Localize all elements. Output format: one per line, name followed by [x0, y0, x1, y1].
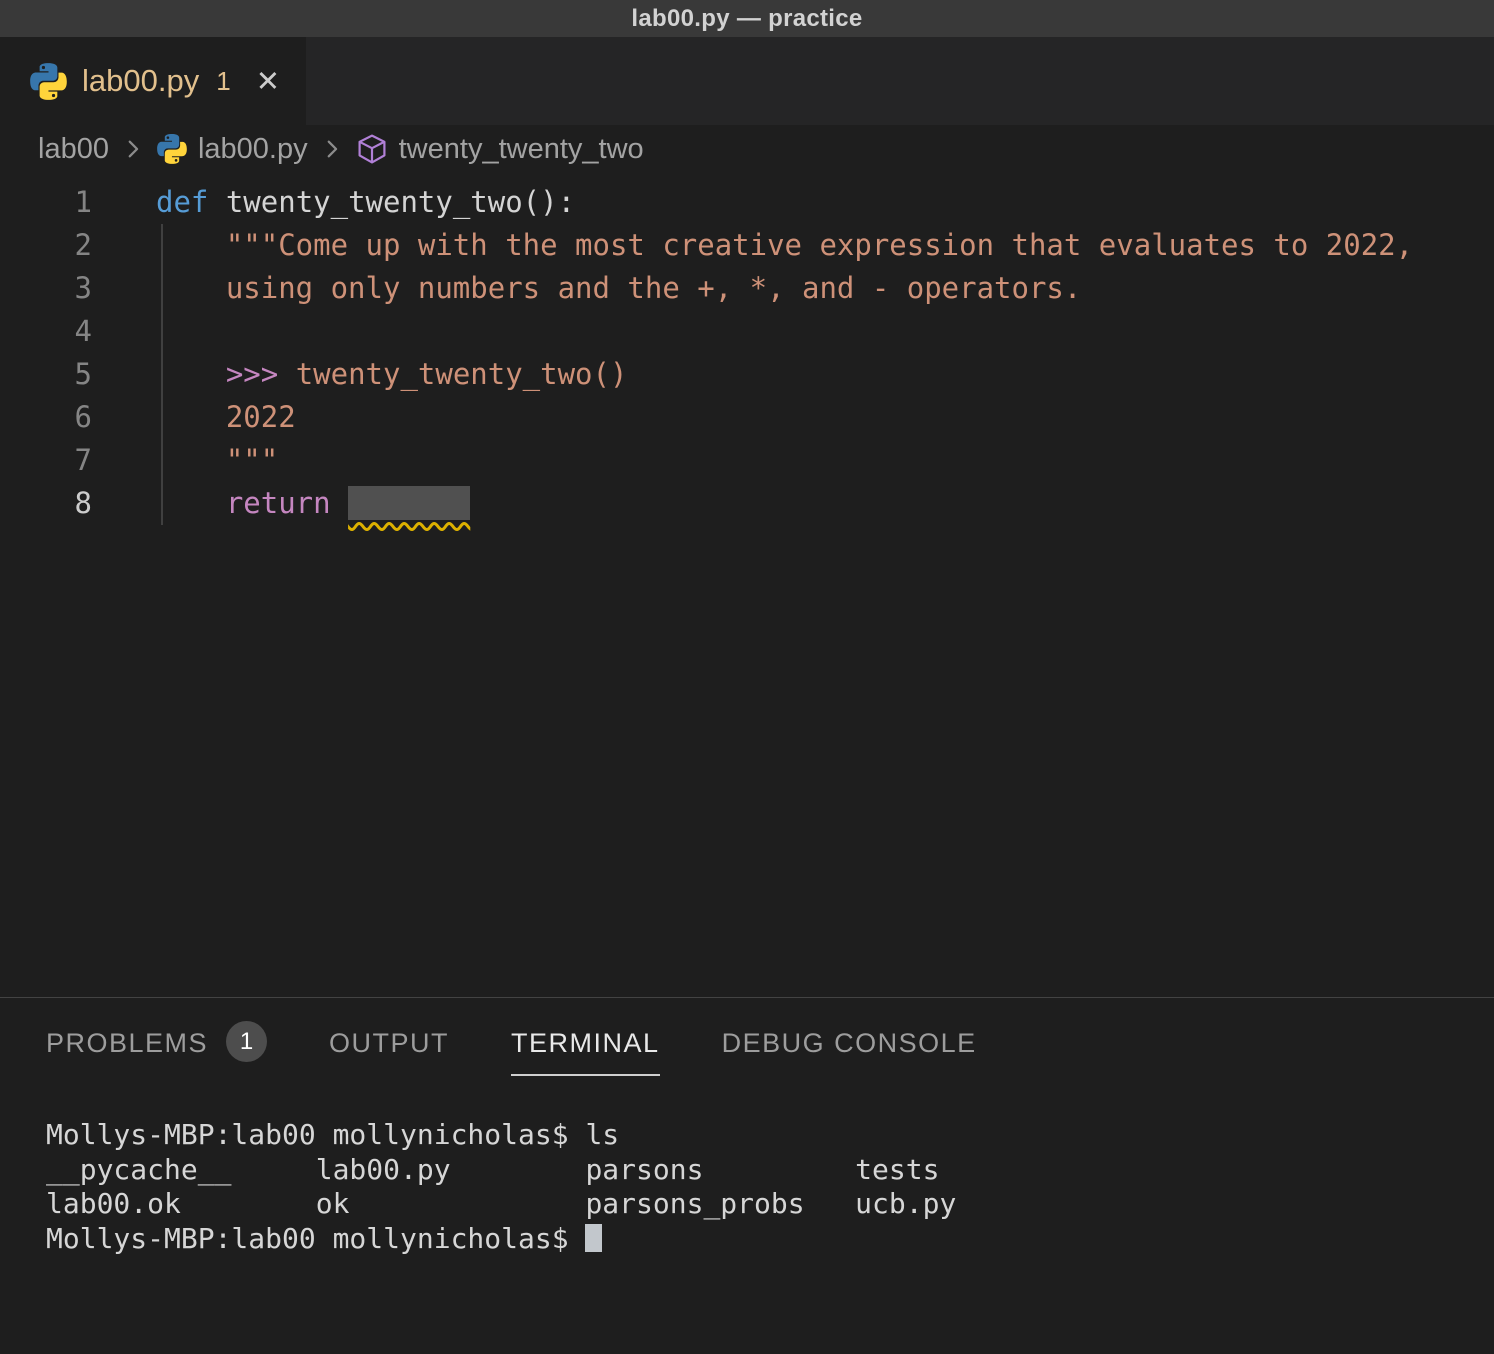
- tab-problem-count: 1: [216, 66, 230, 97]
- code-text: >>> twenty_twenty_two(): [156, 353, 627, 396]
- close-icon[interactable]: ✕: [256, 64, 280, 99]
- problems-badge: 1: [226, 1021, 267, 1062]
- window-titlebar: lab00.py — practice: [0, 0, 1494, 37]
- line-number: 6: [0, 396, 92, 439]
- panel-tab-output[interactable]: OUTPUT: [329, 1028, 449, 1076]
- code-token: [156, 486, 226, 520]
- panel-tab-debug-console[interactable]: DEBUG CONSOLE: [722, 1028, 977, 1076]
- chevron-right-icon: [120, 136, 146, 162]
- line-number: 8: [0, 482, 92, 525]
- code-token: return: [226, 486, 331, 520]
- panel-tab-label: DEBUG CONSOLE: [722, 1028, 977, 1059]
- code-text: """Come up with the most creative expres…: [156, 224, 1413, 267]
- code-text: def twenty_twenty_two():: [156, 181, 575, 224]
- code-editor[interactable]: 1def twenty_twenty_two():2 """Come up wi…: [0, 173, 1494, 997]
- line-number: 5: [0, 353, 92, 396]
- code-token: def: [156, 185, 208, 219]
- breadcrumb-item-symbol[interactable]: twenty_twenty_two: [399, 133, 644, 166]
- breadcrumb-item-folder[interactable]: lab00: [38, 133, 109, 166]
- code-token: [156, 357, 226, 391]
- code-text: using only numbers and the +, *, and - o…: [156, 267, 1081, 310]
- line-number: 4: [0, 310, 92, 353]
- terminal[interactable]: Mollys-MBP:lab00 mollynicholas$ ls__pyca…: [0, 1118, 1494, 1256]
- code-lines: 1def twenty_twenty_two():2 """Come up wi…: [0, 181, 1494, 525]
- code-line[interactable]: 5 >>> twenty_twenty_two(): [0, 353, 1494, 396]
- code-line[interactable]: 3 using only numbers and the +, *, and -…: [0, 267, 1494, 310]
- terminal-cursor: [585, 1224, 602, 1252]
- vscode-window: lab00.py — practice lab00.py 1 ✕ lab00: [0, 0, 1494, 1354]
- code-token: 2022: [156, 400, 296, 434]
- window-title: lab00.py — practice: [631, 5, 862, 33]
- code-line[interactable]: 4: [0, 310, 1494, 353]
- terminal-line: lab00.ok ok parsons_probs ucb.py: [46, 1187, 1494, 1222]
- python-icon: [157, 134, 187, 164]
- chevron-right-icon: [319, 136, 345, 162]
- tab-label: lab00.py: [82, 63, 199, 99]
- code-text: 2022: [156, 396, 296, 439]
- code-token: twenty_twenty_two(): [296, 357, 628, 391]
- terminal-prompt: Mollys-MBP:lab00 mollynicholas$: [46, 1222, 585, 1255]
- code-token: [331, 486, 348, 520]
- tab-lab00-py[interactable]: lab00.py 1 ✕: [0, 37, 306, 125]
- code-text: return: [156, 482, 470, 525]
- code-token: twenty_twenty_two():: [208, 185, 575, 219]
- code-line[interactable]: 6 2022: [0, 396, 1494, 439]
- panel-tab-label: PROBLEMS: [46, 1028, 208, 1059]
- bottom-panel: PROBLEMS1OUTPUTTERMINALDEBUG CONSOLE Mol…: [0, 997, 1494, 1354]
- breadcrumb: lab00 lab00.py twenty_twenty_two: [0, 125, 1494, 173]
- code-text: """: [156, 439, 278, 482]
- line-number: 2: [0, 224, 92, 267]
- panel-tab-label: OUTPUT: [329, 1028, 449, 1059]
- code-token: >>>: [226, 357, 296, 391]
- terminal-prompt-line[interactable]: Mollys-MBP:lab00 mollynicholas$: [46, 1222, 1494, 1257]
- line-number: 3: [0, 267, 92, 310]
- code-line[interactable]: 7 """: [0, 439, 1494, 482]
- code-line[interactable]: 8 return: [0, 482, 1494, 525]
- code-token: using only numbers and the +, *, and - o…: [156, 271, 1081, 305]
- terminal-line: __pycache__ lab00.py parsons tests: [46, 1153, 1494, 1188]
- panel-tab-label: TERMINAL: [511, 1028, 660, 1059]
- code-line[interactable]: 2 """Come up with the most creative expr…: [0, 224, 1494, 267]
- panel-tab-terminal[interactable]: TERMINAL: [511, 1028, 660, 1076]
- code-token: """Come up with the most creative expres…: [156, 228, 1413, 262]
- python-icon: [30, 63, 67, 100]
- breadcrumb-item-file[interactable]: lab00.py: [198, 133, 308, 166]
- panel-tab-bar: PROBLEMS1OUTPUTTERMINALDEBUG CONSOLE: [0, 998, 1494, 1076]
- editor-tab-strip: lab00.py 1 ✕: [0, 37, 1494, 125]
- line-number: 1: [0, 181, 92, 224]
- panel-tab-problems[interactable]: PROBLEMS1: [46, 1028, 267, 1076]
- code-token: """: [156, 443, 278, 477]
- terminal-line: Mollys-MBP:lab00 mollynicholas$ ls: [46, 1118, 1494, 1153]
- code-line[interactable]: 1 def twenty_twenty_two():: [0, 181, 1494, 224]
- symbol-method-icon: [356, 133, 388, 165]
- return-value-placeholder: [348, 486, 470, 520]
- line-number: 7: [0, 439, 92, 482]
- indent-guide: [161, 224, 163, 525]
